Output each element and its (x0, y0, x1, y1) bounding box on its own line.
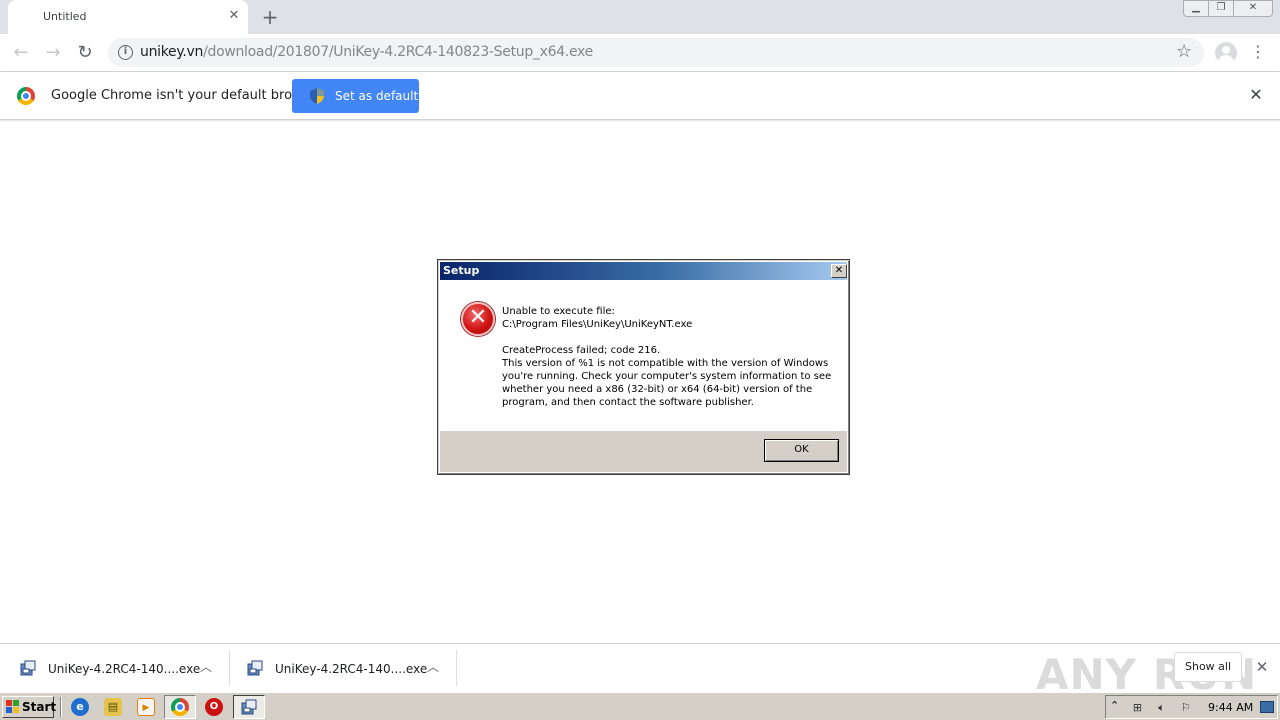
tab-close-icon[interactable]: ✕ (226, 8, 242, 24)
set-as-default-button[interactable]: Set as default (292, 79, 419, 113)
url-domain: unikey.vn (140, 44, 204, 60)
chrome-icon (171, 698, 189, 716)
setup-error-dialog: Setup ✕ ✕ Unable to execute file: C:\Pro… (437, 259, 850, 475)
infobar-message: Google Chrome isn't your default browser (51, 88, 323, 103)
dialog-message-line: Unable to execute file: (502, 306, 615, 317)
setup-taskbar-button[interactable] (233, 695, 265, 719)
chrome-logo-icon (17, 87, 35, 105)
clock[interactable]: 9:44 AM (1208, 701, 1253, 714)
dialog-body: ✕ Unable to execute file: C:\Program Fil… (440, 280, 847, 431)
window-close-button[interactable]: ✕ (1233, 0, 1273, 17)
dialog-message-line: This version of %1 is not compatible wit… (502, 358, 829, 369)
taskbar-separator (60, 697, 62, 717)
chevron-up-icon[interactable]: ︿ (424, 658, 442, 676)
tab-untitled[interactable]: Untitled ✕ (8, 0, 248, 34)
dialog-message-line: program, and then contact the software p… (502, 397, 754, 408)
uac-shield-icon (310, 88, 324, 104)
dialog-message-line: CreateProcess failed; code 216. (502, 345, 661, 356)
internet-explorer-icon[interactable]: e (71, 698, 89, 716)
system-tray: ⌃ ⊞ 🔈︎ ⚐ 9:44 AM (1105, 695, 1278, 719)
installer-file-icon (20, 660, 36, 676)
forward-arrow-icon[interactable]: → (40, 40, 66, 66)
dialog-message-line: C:\Program Files\UniKey\UniKeyNT.exe (502, 319, 693, 330)
dialog-title-bar[interactable]: Setup ✕ (440, 262, 847, 280)
volume-icon[interactable]: 🔈︎ (1154, 700, 1169, 715)
download-shelf-close-icon[interactable]: ✕ (1253, 658, 1271, 676)
chrome-taskbar-button[interactable] (164, 695, 196, 719)
tray-expand-icon[interactable]: ⌃ (1110, 699, 1119, 712)
explorer-icon[interactable]: ▤ (104, 698, 122, 716)
error-icon: ✕ (461, 302, 495, 336)
chevron-up-icon[interactable]: ︿ (197, 658, 215, 676)
start-label: Start (22, 700, 57, 714)
windows-taskbar: Start e ▤ ▶ O ⌃ ⊞ 🔈︎ ⚐ 9:44 AM (0, 692, 1280, 720)
start-button[interactable]: Start (2, 696, 57, 718)
site-info-icon[interactable]: i (118, 45, 133, 60)
download-shelf: UniKey-4.2RC4-140....exe ︿ UniKey-4.2RC4… (0, 643, 1280, 699)
dialog-title: Setup (443, 264, 480, 277)
reload-icon[interactable]: ↻ (72, 40, 98, 66)
download-item[interactable]: UniKey-4.2RC4-140....exe ︿ (4, 650, 230, 686)
show-all-button[interactable]: Show all (1174, 652, 1242, 682)
installer-file-icon (241, 699, 257, 715)
window-restore-button[interactable]: ❐ (1208, 0, 1234, 17)
download-filename: UniKey-4.2RC4-140....exe (275, 662, 428, 676)
tab-strip: Untitled ✕ + ▁ ❐ ✕ (0, 0, 1280, 34)
download-filename: UniKey-4.2RC4-140....exe (48, 662, 201, 676)
browser-toolbar: ← → ↻ i unikey.vn/download/201807/UniKey… (0, 34, 1280, 72)
window-minimize-button[interactable]: ▁ (1183, 0, 1209, 17)
action-center-flag-icon[interactable]: ⚐ (1178, 700, 1193, 715)
url-path: /download/201807/UniKey-4.2RC4-140823-Se… (203, 44, 593, 60)
profile-avatar-icon[interactable] (1215, 42, 1237, 64)
default-browser-infobar: Google Chrome isn't your default browser… (0, 72, 1280, 120)
dialog-message-line: you're running. Check your computer's sy… (502, 371, 832, 382)
opera-icon[interactable]: O (205, 698, 223, 716)
dialog-close-icon[interactable]: ✕ (831, 264, 847, 278)
set-as-default-label: Set as default (335, 89, 419, 103)
infobar-close-icon[interactable]: ✕ (1247, 86, 1265, 104)
windows-logo-icon (6, 700, 19, 713)
network-icon[interactable]: ⊞ (1130, 700, 1145, 715)
new-tab-button[interactable]: + (258, 5, 282, 29)
installer-file-icon (247, 660, 263, 676)
download-item[interactable]: UniKey-4.2RC4-140....exe ︿ (231, 650, 457, 686)
dialog-message-line: whether you need a x86 (32-bit) or x64 (… (502, 384, 813, 395)
media-player-icon[interactable]: ▶ (137, 698, 155, 716)
address-bar[interactable]: i unikey.vn/download/201807/UniKey-4.2RC… (108, 38, 1204, 67)
dialog-footer: OK (440, 431, 847, 472)
show-desktop-icon[interactable] (1260, 701, 1274, 713)
back-arrow-icon[interactable]: ← (8, 40, 34, 66)
ok-button[interactable]: OK (764, 439, 839, 462)
url-text[interactable]: unikey.vn/download/201807/UniKey-4.2RC4-… (140, 44, 593, 60)
bookmark-star-icon[interactable]: ☆ (1176, 41, 1192, 62)
tab-title: Untitled (43, 10, 87, 23)
chrome-menu-icon[interactable]: ⋮ (1250, 41, 1266, 65)
